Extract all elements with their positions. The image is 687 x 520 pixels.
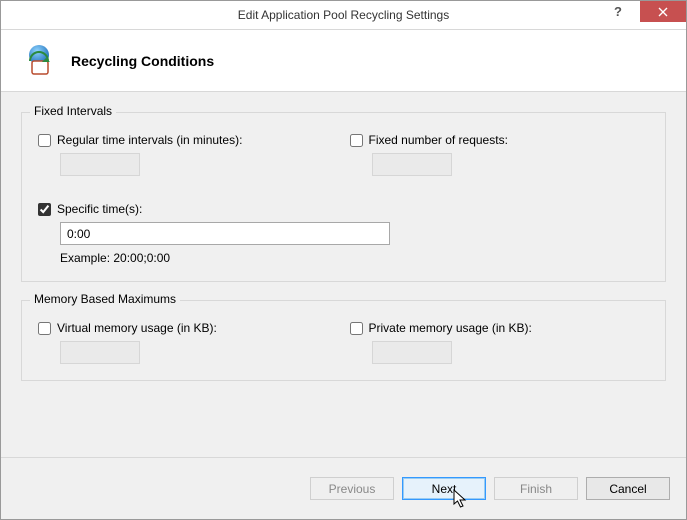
specific-times-checkbox[interactable]	[38, 203, 51, 216]
fixed-requests-checkbox[interactable]	[350, 134, 363, 147]
cancel-button[interactable]: Cancel	[586, 477, 670, 500]
fixed-requests-input	[372, 153, 452, 176]
wizard-header: Recycling Conditions	[1, 30, 686, 92]
recycle-icon	[21, 43, 57, 79]
wizard-footer: Previous Next Finish Cancel	[1, 457, 686, 519]
window-title: Edit Application Pool Recycling Settings	[1, 8, 686, 22]
virtual-memory-row[interactable]: Virtual memory usage (in KB):	[38, 321, 338, 335]
specific-times-row[interactable]: Specific time(s):	[38, 202, 649, 216]
fixed-requests-row[interactable]: Fixed number of requests:	[350, 133, 650, 147]
regular-intervals-checkbox[interactable]	[38, 134, 51, 147]
specific-times-input[interactable]	[60, 222, 390, 245]
title-bar: Edit Application Pool Recycling Settings…	[1, 1, 686, 30]
wizard-body: Fixed Intervals Regular time intervals (…	[1, 92, 686, 457]
next-button[interactable]: Next	[402, 477, 486, 500]
private-memory-row[interactable]: Private memory usage (in KB):	[350, 321, 650, 335]
group-memory-maximums: Memory Based Maximums Virtual memory usa…	[21, 300, 666, 381]
finish-button[interactable]: Finish	[494, 477, 578, 500]
private-memory-checkbox[interactable]	[350, 322, 363, 335]
regular-intervals-input	[60, 153, 140, 176]
group-fixed-intervals: Fixed Intervals Regular time intervals (…	[21, 112, 666, 282]
private-memory-label: Private memory usage (in KB):	[369, 321, 532, 335]
regular-intervals-label: Regular time intervals (in minutes):	[57, 133, 242, 147]
page-title: Recycling Conditions	[71, 53, 214, 69]
specific-times-example: Example: 20:00;0:00	[60, 251, 649, 265]
window-controls: ?	[596, 1, 686, 29]
help-button[interactable]: ?	[596, 1, 640, 22]
private-memory-input	[372, 341, 452, 364]
regular-intervals-row[interactable]: Regular time intervals (in minutes):	[38, 133, 338, 147]
specific-times-label: Specific time(s):	[57, 202, 142, 216]
group-fixed-intervals-legend: Fixed Intervals	[30, 104, 116, 118]
close-button[interactable]	[640, 1, 686, 22]
previous-button[interactable]: Previous	[310, 477, 394, 500]
fixed-requests-label: Fixed number of requests:	[369, 133, 508, 147]
virtual-memory-input	[60, 341, 140, 364]
virtual-memory-label: Virtual memory usage (in KB):	[57, 321, 217, 335]
group-memory-maximums-legend: Memory Based Maximums	[30, 292, 180, 306]
virtual-memory-checkbox[interactable]	[38, 322, 51, 335]
close-icon	[658, 7, 668, 17]
